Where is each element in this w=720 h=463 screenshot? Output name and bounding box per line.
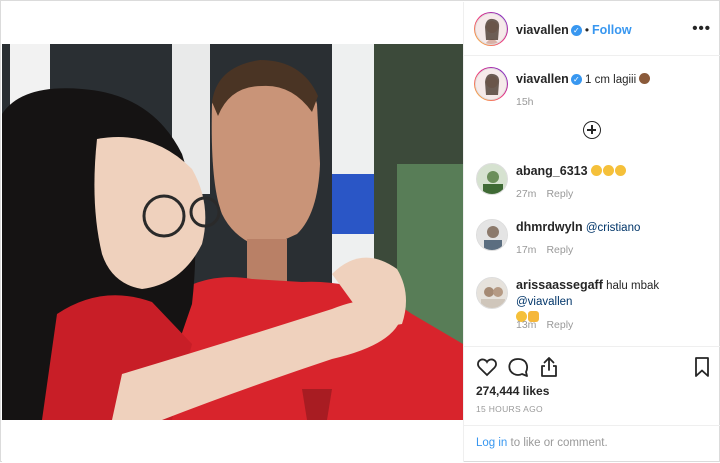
comment-meta: 13m Reply <box>516 319 573 331</box>
commenter-avatar[interactable] <box>476 219 508 251</box>
likes-count[interactable]: 274,444 likes <box>476 384 549 398</box>
reply-button[interactable]: Reply <box>546 188 573 200</box>
caption-body: 1 cm lagiii <box>585 74 637 86</box>
login-link[interactable]: Log in <box>476 437 507 449</box>
caption: viavallen ✓ 1 cm lagiii 15h <box>474 67 716 111</box>
reply-button[interactable]: Reply <box>546 244 573 256</box>
load-more-icon[interactable] <box>583 121 601 139</box>
post-photo[interactable] <box>2 44 463 420</box>
crying-emoji-icon <box>590 165 602 176</box>
verified-icon: ✓ <box>570 25 582 36</box>
crying-emoji-icon <box>614 165 626 176</box>
comment-item: dhmrdwyln @cristiano 17m Reply <box>476 217 716 257</box>
comments-list: viavallen ✓ 1 cm lagiii 15h abang_6313 27… <box>464 57 720 346</box>
comment-text: abang_6313 <box>516 163 711 180</box>
author-avatar[interactable] <box>475 13 507 45</box>
share-icon[interactable] <box>537 355 561 379</box>
login-bar: Log in to like or comment. <box>464 425 720 463</box>
author-username[interactable]: viavallen <box>516 23 569 37</box>
post-window: viavallen ✓ • Follow ••• viavallen ✓ 1 cm la… <box>0 0 720 462</box>
post-actions: 274,444 likes 15 HOURS AGO Log in to lik… <box>464 346 720 462</box>
comment-time: 17m <box>516 244 537 256</box>
caption-username[interactable]: viavallen <box>516 72 569 86</box>
caption-avatar[interactable] <box>475 68 507 100</box>
comment-meta: 27m Reply <box>516 188 573 200</box>
photo-illustration <box>2 44 463 420</box>
comment-icon-glyph <box>508 358 529 377</box>
reply-button[interactable]: Reply <box>546 319 573 331</box>
bookmark-icon[interactable] <box>690 355 714 379</box>
commenter-username[interactable]: arissaassegaff <box>516 278 603 292</box>
heart-icon[interactable] <box>475 355 499 379</box>
mention-link[interactable]: @viavallen <box>516 296 572 308</box>
comment-time: 13m <box>516 319 537 331</box>
comment-icon[interactable] <box>506 355 530 379</box>
commenter-username[interactable]: abang_6313 <box>516 164 588 178</box>
commenter-username[interactable]: dhmrdwyln <box>516 220 583 234</box>
header-line: viavallen ✓ • Follow <box>516 21 632 39</box>
comment-body: halu mbak <box>606 280 660 292</box>
login-prompt-text: to like or comment. <box>507 437 608 449</box>
caption-text: viavallen ✓ 1 cm lagiii <box>516 71 711 88</box>
mention-link[interactable]: @cristiano <box>586 222 641 234</box>
comment-meta: 17m Reply <box>516 244 573 256</box>
comment-time: 27m <box>516 188 537 200</box>
share-icon-glyph <box>541 357 557 377</box>
avatar-image <box>477 220 507 250</box>
comment-item: abang_6313 27m Reply <box>476 161 716 201</box>
crying-emoji-icon <box>602 165 614 176</box>
comment-text: dhmrdwyln @cristiano <box>516 219 711 236</box>
avatar-image <box>477 278 507 308</box>
commenter-avatar[interactable] <box>476 277 508 309</box>
post-media-area <box>2 2 463 462</box>
comment-item: arissaassegaff halu mbak @viavallen 13m R… <box>476 275 716 335</box>
verified-icon: ✓ <box>570 74 582 85</box>
post-header: viavallen ✓ • Follow ••• <box>464 2 720 56</box>
avatar-image <box>477 164 507 194</box>
login-prompt: Log in to like or comment. <box>476 437 608 449</box>
separator-dot: • <box>584 23 590 37</box>
commenter-avatar[interactable] <box>476 163 508 195</box>
bookmark-icon-glyph <box>695 357 709 377</box>
post-timestamp: 15 HOURS AGO <box>476 404 543 414</box>
caption-time: 15h <box>516 96 534 108</box>
heart-icon-glyph <box>477 358 497 377</box>
more-options-icon[interactable]: ••• <box>692 20 711 37</box>
monkey-emoji-icon <box>639 73 651 84</box>
follow-button[interactable]: Follow <box>592 23 632 37</box>
post-sidebar: viavallen ✓ • Follow ••• viavallen ✓ 1 cm la… <box>463 2 720 462</box>
